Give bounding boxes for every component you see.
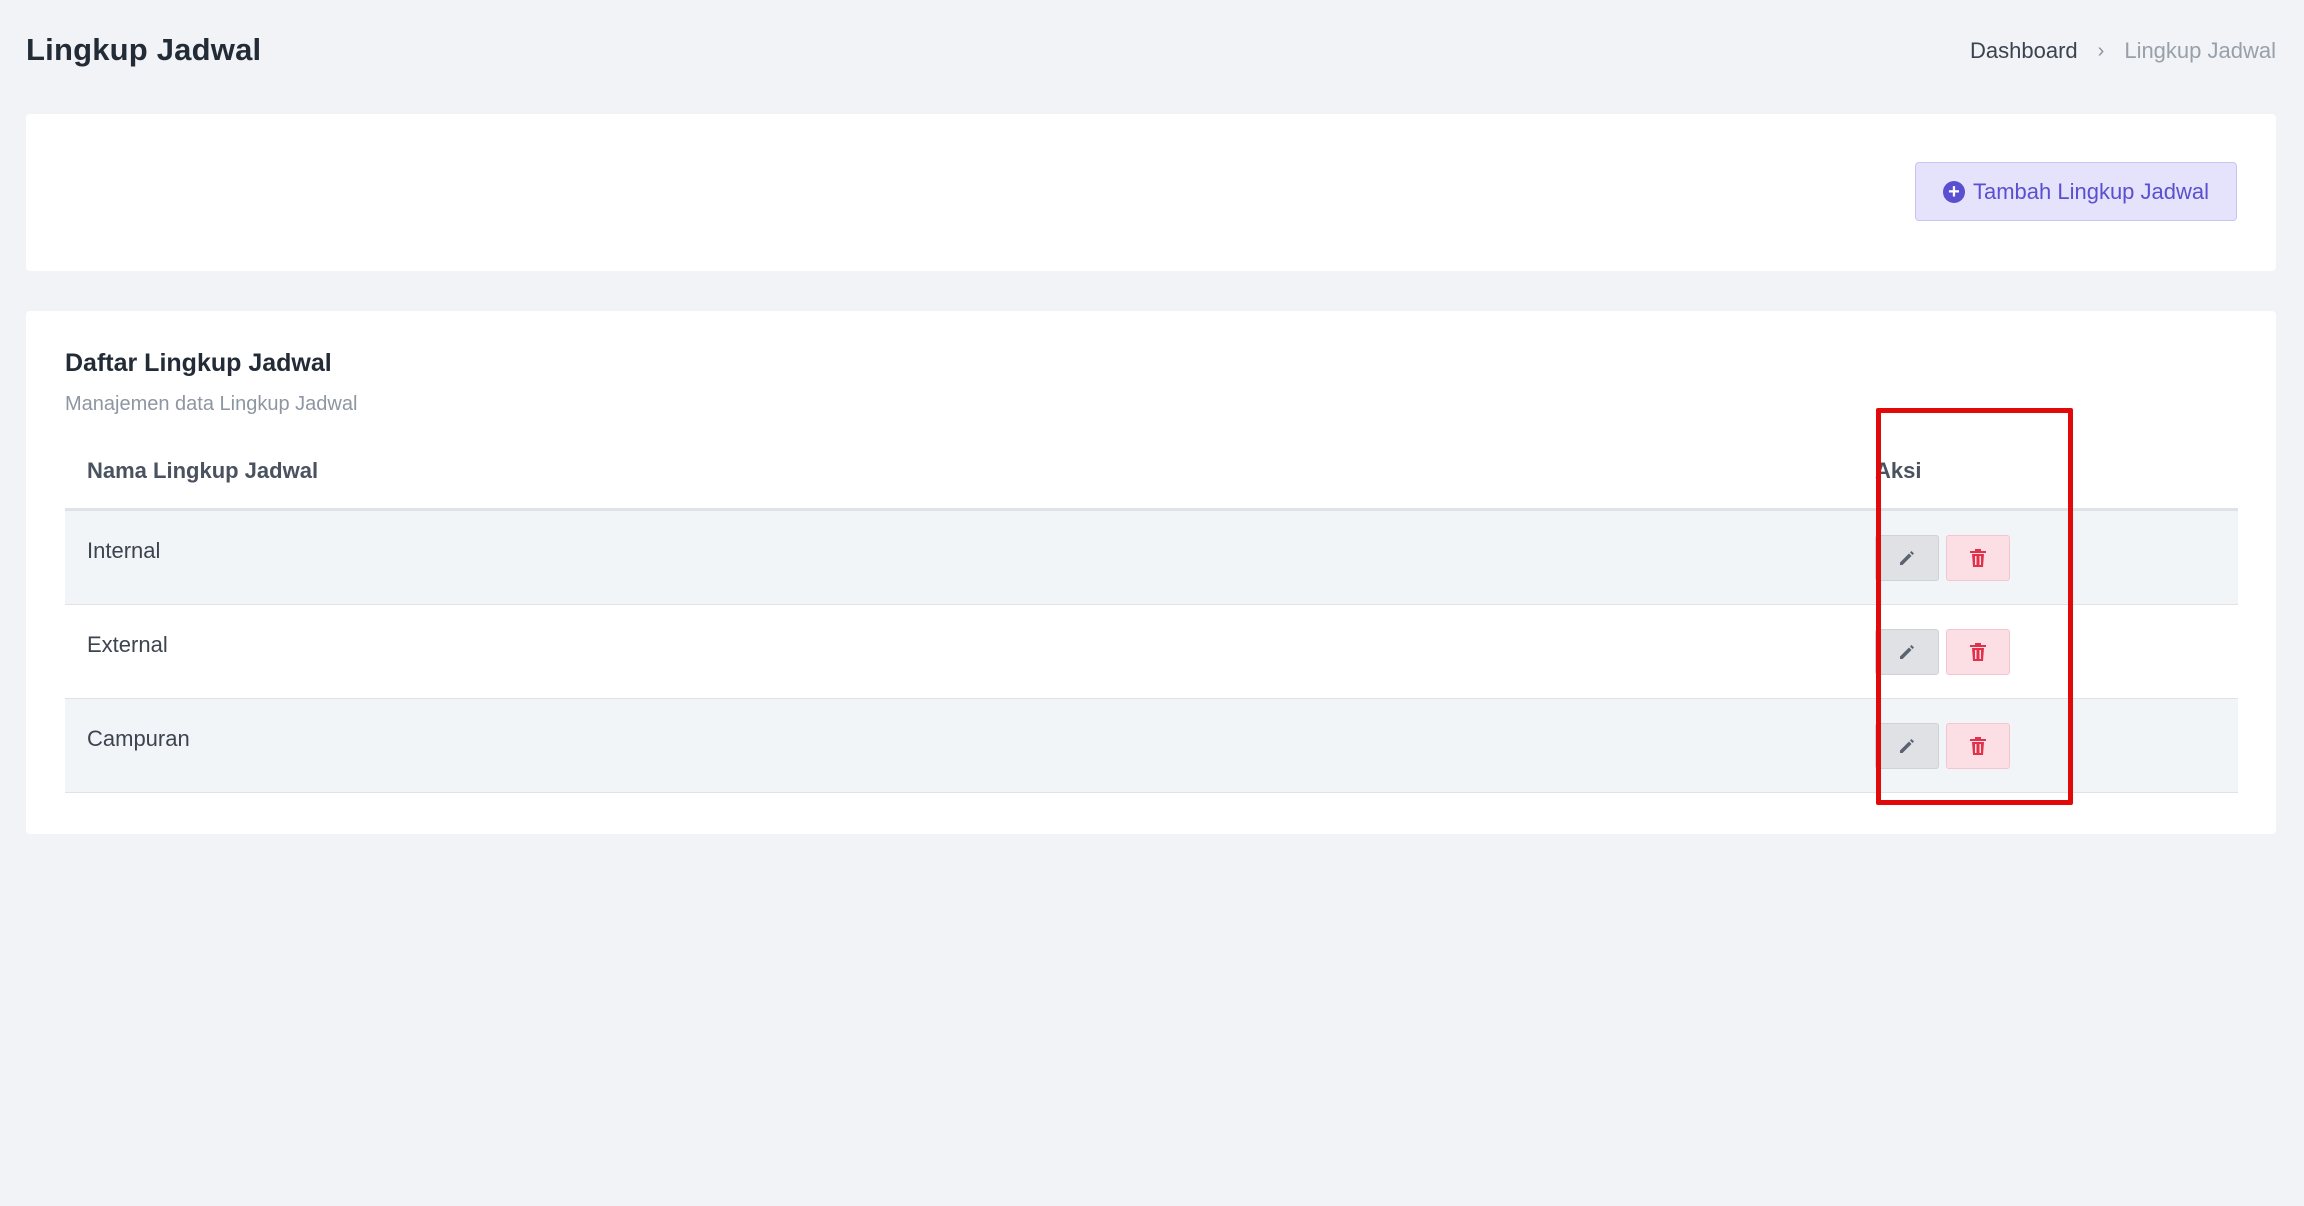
row-actions bbox=[1875, 535, 2010, 581]
breadcrumb-current: Lingkup Jadwal bbox=[2124, 38, 2276, 63]
pencil-icon bbox=[1900, 739, 1914, 753]
delete-button[interactable] bbox=[1946, 535, 2010, 581]
pencil-icon bbox=[1900, 551, 1914, 565]
table-row: Internal bbox=[65, 511, 2238, 605]
list-subtitle: Manajemen data Lingkup Jadwal bbox=[65, 393, 358, 415]
list-card: Daftar Lingkup Jadwal Manajemen data Lin… bbox=[26, 311, 2276, 834]
row-name-cell: Internal bbox=[87, 538, 161, 563]
trash-icon bbox=[1970, 643, 1986, 661]
table-header: Nama Lingkup Jadwal Aksi bbox=[65, 427, 2238, 511]
add-lingkup-jadwal-button[interactable]: + Tambah Lingkup Jadwal bbox=[1915, 162, 2237, 221]
table-row: External bbox=[65, 605, 2238, 699]
delete-button[interactable] bbox=[1946, 629, 2010, 675]
breadcrumb-dashboard-link[interactable]: Dashboard bbox=[1970, 38, 2078, 64]
row-actions bbox=[1875, 629, 2010, 675]
row-name-cell: External bbox=[87, 632, 168, 657]
column-header-name: Nama Lingkup Jadwal bbox=[87, 458, 319, 483]
column-header-action: Aksi bbox=[1875, 458, 1922, 483]
page-title: Lingkup Jadwal bbox=[26, 32, 262, 67]
trash-icon bbox=[1970, 737, 1986, 755]
edit-button[interactable] bbox=[1875, 535, 1939, 581]
add-button-label: Tambah Lingkup Jadwal bbox=[1972, 178, 2210, 204]
trash-icon bbox=[1970, 549, 1986, 567]
edit-button[interactable] bbox=[1875, 723, 1939, 769]
page-header: Lingkup Jadwal Dashboard › Lingkup Jadwa… bbox=[26, 28, 2276, 76]
data-table: Nama Lingkup Jadwal Aksi Internal Extern… bbox=[65, 427, 2238, 793]
edit-button[interactable] bbox=[1875, 629, 1939, 675]
plus-circle-icon: + bbox=[1942, 180, 1965, 203]
action-card: + Tambah Lingkup Jadwal bbox=[26, 114, 2276, 271]
row-name-cell: Campuran bbox=[87, 726, 190, 751]
list-title: Daftar Lingkup Jadwal bbox=[65, 349, 332, 377]
pencil-icon bbox=[1900, 645, 1914, 659]
breadcrumb-separator: › bbox=[2097, 39, 2105, 62]
breadcrumb: Dashboard › Lingkup Jadwal bbox=[1970, 38, 2276, 64]
delete-button[interactable] bbox=[1946, 723, 2010, 769]
row-actions bbox=[1875, 723, 2010, 769]
table-row: Campuran bbox=[65, 699, 2238, 793]
